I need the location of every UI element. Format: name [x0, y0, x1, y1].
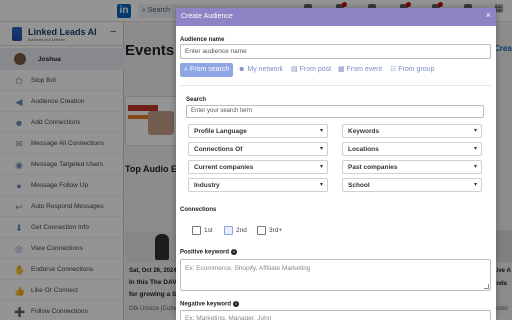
download-icon: ⬇ [15, 223, 23, 233]
extension-sidebar: Linked Leads AI Automate your LinkedIn –… [0, 22, 124, 320]
brand-name: Linked Leads AI [28, 27, 97, 37]
post-icon: ▤ [291, 66, 298, 73]
search-icon: ⌕ [184, 66, 188, 73]
chevron-down-icon: ▾ [473, 146, 477, 152]
brand-mark-icon [12, 27, 22, 41]
filter-past-companies[interactable]: Past companies ▾ [342, 160, 482, 174]
message-icon: ✉ [15, 139, 23, 149]
info-icon[interactable]: i [233, 301, 240, 307]
checkbox-3rd-label: 3rd+ [269, 227, 283, 234]
sidebar-item-follow-up[interactable]: ● Message Follow Up [0, 176, 124, 196]
megaphone-icon: ◀ [15, 97, 23, 107]
chat-icon: ● [16, 181, 22, 191]
sidebar-header: Linked Leads AI Automate your LinkedIn – [0, 22, 124, 46]
chevron-down-icon: ▾ [473, 182, 477, 188]
chevron-down-icon: ▾ [319, 146, 323, 152]
create-audience-modal: Create Audience × Audience name Enter au… [176, 8, 496, 320]
power-icon: ⏻ [15, 76, 23, 86]
tab-divider [180, 85, 491, 86]
filter-profile-language[interactable]: Profile Language ▾ [188, 124, 328, 138]
filter-locations[interactable]: Locations ▾ [342, 142, 482, 156]
info-icon[interactable]: i [231, 249, 238, 255]
sidebar-item-auto-respond[interactable]: ↩ Auto Respond Messages [0, 197, 124, 217]
audience-name-input[interactable]: Enter audience name [180, 44, 491, 59]
handshake-icon: ✋ [14, 265, 26, 275]
calendar-icon: ▦ [338, 66, 345, 73]
sidebar-item-message-targeted[interactable]: ◉ Message Targeted Users [0, 155, 124, 175]
negative-keyword-textarea[interactable]: Ex: Marketing, Manager, John [180, 310, 491, 320]
sidebar-item-add-connections[interactable]: ☻ Add Connections [0, 113, 124, 133]
sidebar-item-view-connections[interactable]: ◎ View Connections [0, 239, 124, 259]
filter-current-companies[interactable]: Current companies ▾ [188, 160, 328, 174]
network-icon: ☻ [238, 66, 246, 73]
close-icon[interactable]: × [486, 10, 491, 20]
sidebar-item-audience-creation[interactable]: ◀ Audience Creation [0, 92, 124, 112]
chevron-down-icon: ▾ [319, 128, 323, 134]
positive-keyword-textarea[interactable]: Ex: Ecommerce, Shopify, Affiliate Market… [180, 259, 491, 291]
tab-my-network[interactable]: ☻ My network [238, 63, 283, 77]
user-name: Joshua [38, 56, 61, 63]
audience-name-label: Audience name [180, 37, 225, 43]
sidebar-item-message-all[interactable]: ✉ Message All Connections [0, 134, 124, 154]
sidebar-item-like-connect[interactable]: 👍 Like Or Connect [0, 281, 124, 301]
chevron-down-icon: ▾ [473, 164, 477, 170]
avatar [14, 53, 26, 65]
checkbox-1st[interactable] [192, 226, 201, 235]
checkbox-1st-label: 1st [204, 227, 213, 234]
collapse-button[interactable]: – [110, 26, 116, 37]
tab-from-search[interactable]: ⌕ From search [180, 63, 234, 77]
chevron-down-icon: ▾ [319, 182, 323, 188]
checkbox-2nd-label: 2nd [236, 227, 247, 234]
filter-connections-of[interactable]: Connections Of ▾ [188, 142, 328, 156]
sidebar-item-connection-info[interactable]: ⬇ Get Connection Info [0, 218, 124, 238]
sidebar-item-stop-bot[interactable]: ⏻ Stop Bot [0, 71, 124, 91]
filter-school[interactable]: School ▾ [342, 178, 482, 192]
eye-icon: ◎ [15, 244, 23, 254]
modal-header: Create Audience × [176, 8, 496, 26]
target-icon: ◉ [15, 160, 23, 170]
source-tabs: ⌕ From search ☻ My network ▤ From post ▦ Fro… [180, 63, 491, 77]
filter-keywords[interactable]: Keywords ▾ [342, 124, 482, 138]
sidebar-item-endorse[interactable]: ✋ Endorse Connections [0, 260, 124, 280]
search-input[interactable]: Enter your search term [186, 105, 484, 118]
follow-icon: ➕ [14, 307, 26, 317]
sidebar-item-follow[interactable]: ➕ Follow Connections [0, 302, 124, 320]
tab-from-post[interactable]: ▤ From post [291, 63, 331, 77]
group-icon: ☷ [390, 66, 397, 73]
resize-handle-icon[interactable] [484, 284, 489, 289]
user-plus-icon: ☻ [14, 118, 24, 128]
positive-keyword-label: Positive keyword i [180, 249, 238, 256]
chevron-down-icon: ▾ [473, 128, 477, 134]
tab-from-event[interactable]: ▦ From event [338, 63, 382, 77]
user-profile: Joshua [0, 48, 124, 70]
search-label: Search [186, 97, 207, 103]
checkbox-2nd[interactable] [224, 226, 233, 235]
reply-icon: ↩ [15, 202, 23, 212]
brand-logo: Linked Leads AI Automate your LinkedIn [12, 27, 102, 42]
filter-industry[interactable]: Industry ▾ [188, 178, 328, 192]
connections-label: Connections [180, 207, 217, 213]
brand-tagline: Automate your LinkedIn [28, 38, 65, 42]
checkbox-3rd[interactable] [257, 226, 266, 235]
tab-from-group[interactable]: ☷ From group [390, 63, 434, 77]
negative-keyword-label: Negative keyword i [180, 301, 240, 308]
modal-title: Create Audience [181, 13, 233, 20]
chevron-down-icon: ▾ [319, 164, 323, 170]
thumbs-up-icon: 👍 [14, 286, 26, 296]
